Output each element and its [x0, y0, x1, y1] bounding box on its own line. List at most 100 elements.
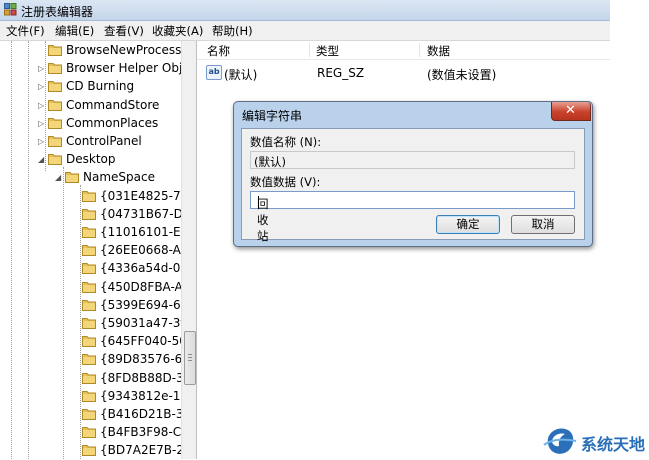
tree-item-label: CommonPlaces: [66, 115, 159, 130]
tree-item[interactable]: BrowseNewProcess: [0, 42, 181, 60]
tree-item[interactable]: {26EE0668-A0: [0, 242, 181, 260]
tree-item[interactable]: ▷ Browser Helper Obje: [0, 60, 181, 78]
tree-item[interactable]: {B4FB3F98-C1E: [0, 424, 181, 442]
folder-icon: [82, 299, 96, 311]
tree-item-label: {26EE0668-A0: [100, 243, 181, 258]
edit-string-dialog: 编辑字符串 ✕ 数值名称 (N): (默认) 数值数据 (V): 回收站 确定 …: [233, 101, 593, 247]
folder-icon: [48, 62, 62, 75]
tree-item-label: BrowseNewProcess: [66, 43, 181, 57]
tree-item[interactable]: {89D83576-6B: [0, 351, 181, 369]
ok-button[interactable]: 确定: [436, 215, 500, 234]
open-folder-icon: [65, 171, 79, 184]
title-bar[interactable]: 注册表编辑器: [0, 0, 610, 21]
tree-item-label: Browser Helper Obje: [66, 61, 181, 76]
collapse-arrow-icon[interactable]: ◢: [55, 173, 64, 182]
menu-file[interactable]: 文件(F): [6, 23, 45, 39]
value-name-field: (默认): [250, 151, 575, 169]
menu-favorites[interactable]: 收藏夹(A): [152, 23, 203, 39]
dialog-body: 数值名称 (N): (默认) 数值数据 (V): 回收站 确定 取消: [241, 128, 585, 243]
folder-icon: [82, 317, 96, 329]
folder-icon: [82, 208, 96, 220]
thumb-grip: [188, 354, 192, 355]
folder-icon: [82, 335, 96, 348]
folder-icon: [82, 426, 96, 439]
tree-item[interactable]: ◢ Desktop: [0, 151, 181, 169]
tree-item-label: {4336a54d-038: [100, 261, 181, 276]
tree-item[interactable]: ▷ CD Burning: [0, 78, 181, 96]
value-type: REG_SZ: [317, 66, 365, 80]
registry-editor-app-icon: [4, 3, 17, 16]
tree-item[interactable]: {5399E694-6CE: [0, 297, 181, 315]
tree-item[interactable]: {4336a54d-038: [0, 260, 181, 278]
tree-item[interactable]: {B416D21B-3E: [0, 406, 181, 424]
tree-item[interactable]: ◢ NameSpace: [0, 169, 181, 187]
tree-item-label: ControlPanel: [66, 134, 142, 148]
watermark-globe-icon: [542, 425, 578, 460]
folder-icon: [82, 408, 96, 420]
registry-tree[interactable]: BrowseNewProcess ▷ Browser Helper Obje ▷ CD …: [0, 41, 197, 459]
watermark-logo: 系统天地: [542, 425, 649, 457]
folder-icon: [48, 80, 62, 93]
tree-item[interactable]: {BD7A2E7B-21: [0, 442, 181, 459]
thumb-grip: [188, 357, 192, 358]
tree-item-label: NameSpace: [83, 170, 155, 185]
folder-icon: [82, 372, 96, 384]
tree-item[interactable]: {04731B67-D9: [0, 206, 181, 224]
tree-item-label: CommandStore: [66, 97, 160, 112]
cancel-button[interactable]: 取消: [511, 215, 575, 234]
folder-icon: [82, 390, 96, 402]
menu-view[interactable]: 查看(V): [104, 23, 144, 39]
value-name-text: (默认): [254, 155, 286, 169]
menu-help[interactable]: 帮助(H): [212, 23, 253, 39]
tree-item[interactable]: {645FF040-508: [0, 333, 181, 351]
tree-item-label: {B416D21B-3E: [100, 407, 181, 421]
folder-icon: [48, 99, 62, 111]
tree-vertical-scrollbar[interactable]: [181, 41, 196, 459]
column-header-type[interactable]: 类型: [316, 43, 339, 59]
menu-bar: 文件(F) 编辑(E) 查看(V) 收藏夹(A) 帮助(H): [0, 21, 610, 41]
tree-item[interactable]: {59031a47-3f7: [0, 315, 181, 333]
tree-item-label: {89D83576-6B: [100, 352, 181, 367]
value-name-label: 数值名称 (N):: [250, 135, 322, 149]
tree-item[interactable]: {11016101-E36: [0, 224, 181, 242]
value-data-label: 数值数据 (V):: [250, 175, 321, 189]
expand-arrow-icon[interactable]: ▷: [38, 119, 47, 128]
tree-item[interactable]: ▷ CommandStore: [0, 97, 181, 115]
menu-edit[interactable]: 编辑(E): [55, 23, 94, 39]
tree-item-label: {9343812e-1c3: [100, 388, 181, 403]
tree-item-label: {5399E694-6CE: [100, 297, 181, 312]
value-name: (默认): [224, 68, 258, 82]
tree-item-label: {59031a47-3f7: [100, 316, 181, 330]
tree-item[interactable]: {450D8FBA-AD: [0, 279, 181, 297]
watermark-text: 系统天地: [581, 435, 646, 454]
window-title: 注册表编辑器: [21, 5, 94, 19]
folder-icon: [82, 262, 96, 275]
scrollbar-thumb[interactable]: [184, 331, 196, 385]
tree-item-label: {031E4825-7B9: [100, 188, 181, 203]
tree-item[interactable]: {031E4825-7B9: [0, 188, 181, 206]
expand-arrow-icon[interactable]: ▷: [38, 101, 47, 110]
folder-icon: [82, 281, 96, 293]
folder-icon: [82, 353, 96, 366]
tree-item[interactable]: {8FD8B88D-30: [0, 370, 181, 388]
folder-icon: [82, 226, 96, 238]
folder-icon: [48, 117, 62, 129]
expand-arrow-icon[interactable]: ▷: [38, 64, 47, 73]
column-header-data[interactable]: 数据: [427, 43, 450, 59]
tree-item[interactable]: {9343812e-1c3: [0, 388, 181, 406]
tree-item-label: {8FD8B88D-30: [100, 370, 181, 385]
header-divider: [197, 59, 610, 60]
column-separator[interactable]: [419, 43, 420, 57]
collapse-arrow-icon[interactable]: ◢: [38, 155, 47, 164]
folder-icon: [82, 444, 96, 457]
close-icon: ✕: [565, 103, 576, 118]
column-separator[interactable]: [309, 43, 310, 57]
value-data-input[interactable]: 回收站: [250, 191, 575, 243]
dialog-close-button[interactable]: ✕: [551, 102, 591, 121]
expand-arrow-icon[interactable]: ▷: [38, 82, 47, 91]
value-data: (数值未设置): [427, 68, 497, 82]
tree-item[interactable]: ▷ CommonPlaces: [0, 115, 181, 133]
tree-item[interactable]: ▷ ControlPanel: [0, 133, 181, 151]
expand-arrow-icon[interactable]: ▷: [38, 137, 47, 146]
column-header-name[interactable]: 名称: [207, 43, 230, 59]
